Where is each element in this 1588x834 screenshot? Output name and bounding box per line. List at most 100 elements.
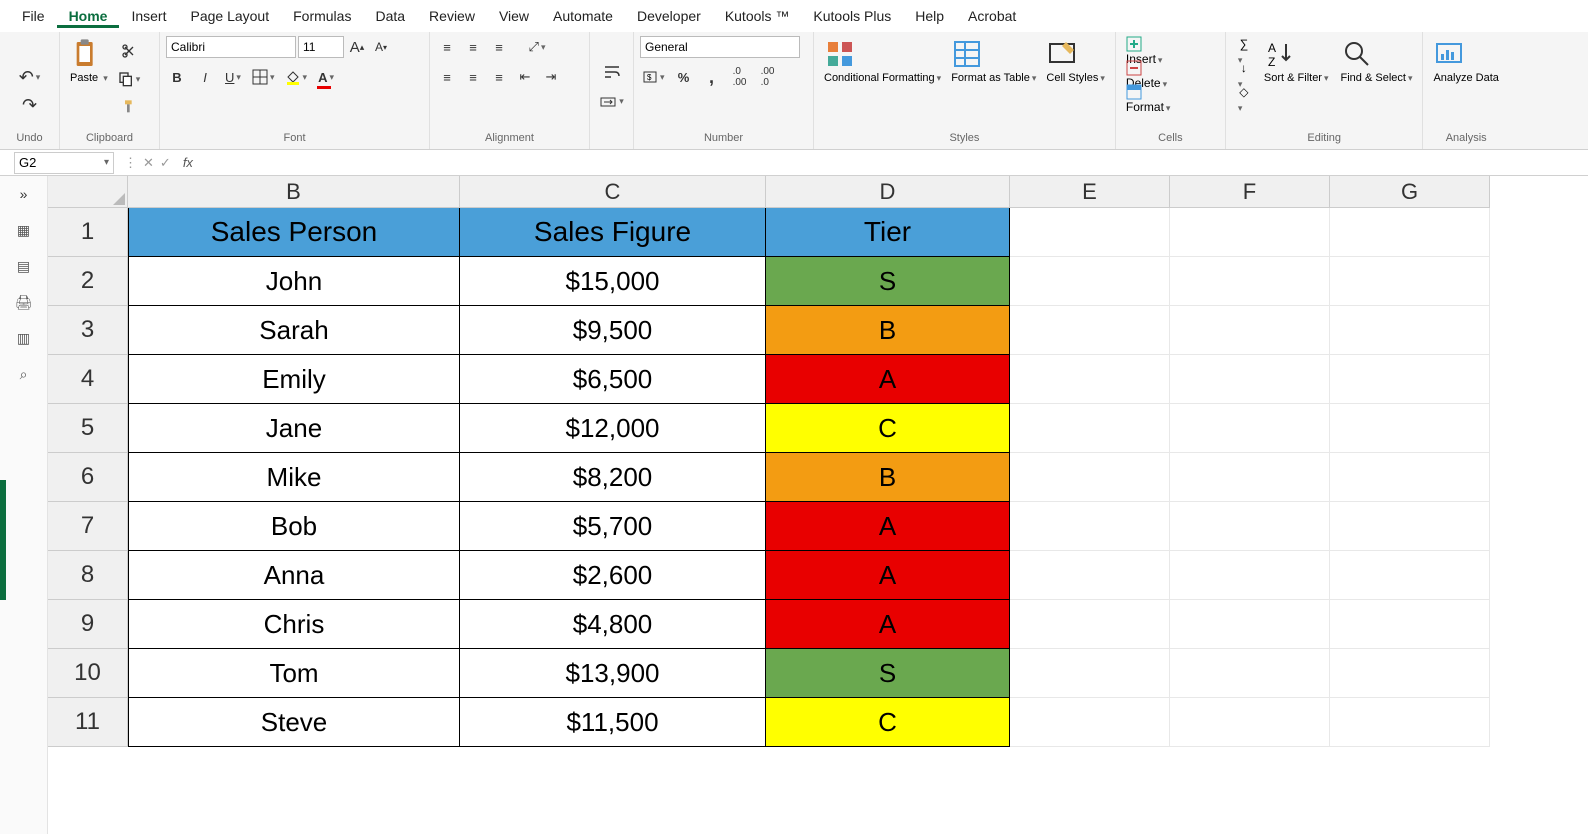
expand-panel-icon[interactable]: »	[14, 184, 34, 204]
conditional-formatting-button[interactable]: Conditional Formatting▾	[820, 36, 945, 87]
cell[interactable]	[1330, 404, 1490, 453]
cell[interactable]: Chris	[128, 600, 460, 649]
undo-button[interactable]: ↶▾	[17, 67, 43, 89]
row-header[interactable]: 3	[48, 306, 128, 355]
cell[interactable]: A	[766, 551, 1010, 600]
menu-tab-kutools-plus[interactable]: Kutools Plus	[801, 4, 903, 28]
cell[interactable]	[1330, 257, 1490, 306]
orientation-button[interactable]: ⤢▾	[526, 36, 548, 58]
cell[interactable]	[1170, 208, 1330, 257]
decrease-indent-button[interactable]: ⇤	[514, 66, 536, 88]
cell[interactable]	[1010, 208, 1170, 257]
cell[interactable]: $2,600	[460, 551, 766, 600]
cell[interactable]: Jane	[128, 404, 460, 453]
number-format-select[interactable]	[640, 36, 800, 58]
menu-tab-data[interactable]: Data	[363, 4, 417, 28]
cell[interactable]	[1010, 453, 1170, 502]
accounting-format-button[interactable]: $▾	[640, 66, 667, 88]
cell[interactable]: $13,900	[460, 649, 766, 698]
cell[interactable]: B	[766, 453, 1010, 502]
increase-font-button[interactable]: A▴	[346, 36, 368, 58]
cell[interactable]: $5,700	[460, 502, 766, 551]
column-header[interactable]: E	[1010, 176, 1170, 208]
clear-button[interactable]: ◇▾	[1232, 84, 1256, 106]
cell[interactable]: A	[766, 600, 1010, 649]
cell[interactable]: C	[766, 404, 1010, 453]
fill-color-button[interactable]: ▾	[283, 66, 310, 88]
decrease-decimal-button[interactable]: .00.0	[757, 66, 779, 88]
underline-button[interactable]: U▾	[222, 66, 244, 88]
name-box[interactable]: G2▾	[14, 152, 114, 174]
side-print-icon[interactable]: 🖨	[14, 292, 34, 312]
formula-options-icon[interactable]: ⋮	[124, 155, 137, 171]
cell[interactable]	[1010, 355, 1170, 404]
cell[interactable]	[1010, 551, 1170, 600]
row-header[interactable]: 5	[48, 404, 128, 453]
cell[interactable]: $4,800	[460, 600, 766, 649]
percent-button[interactable]: %	[673, 66, 695, 88]
borders-button[interactable]: ▾	[250, 66, 277, 88]
fill-button[interactable]: ↓▾	[1232, 60, 1256, 82]
sort-filter-button[interactable]: AZ Sort & Filter▾	[1260, 36, 1333, 87]
cut-button[interactable]	[118, 40, 140, 62]
cell[interactable]: $6,500	[460, 355, 766, 404]
menu-tab-developer[interactable]: Developer	[625, 4, 713, 28]
cell[interactable]	[1330, 551, 1490, 600]
increase-indent-button[interactable]: ⇥	[540, 66, 562, 88]
menu-tab-kutools-[interactable]: Kutools ™	[713, 4, 802, 28]
menu-tab-formulas[interactable]: Formulas	[281, 4, 363, 28]
font-color-button[interactable]: A▾	[315, 66, 337, 88]
row-header[interactable]: 6	[48, 453, 128, 502]
cell[interactable]: A	[766, 502, 1010, 551]
menu-tab-insert[interactable]: Insert	[119, 4, 178, 28]
cell[interactable]: John	[128, 257, 460, 306]
cell[interactable]	[1330, 208, 1490, 257]
cell[interactable]: A	[766, 355, 1010, 404]
cell[interactable]: B	[766, 306, 1010, 355]
menu-tab-view[interactable]: View	[487, 4, 541, 28]
column-header[interactable]: D	[766, 176, 1010, 208]
cell[interactable]: $8,200	[460, 453, 766, 502]
cell[interactable]: Steve	[128, 698, 460, 747]
cell[interactable]: Sales Figure	[460, 208, 766, 257]
row-header[interactable]: 4	[48, 355, 128, 404]
align-right-button[interactable]: ≡	[488, 66, 510, 88]
cell[interactable]	[1010, 404, 1170, 453]
cell[interactable]	[1170, 698, 1330, 747]
cell[interactable]: $15,000	[460, 257, 766, 306]
cell[interactable]	[1170, 404, 1330, 453]
fx-icon[interactable]: fx	[177, 155, 199, 170]
increase-decimal-button[interactable]: .0.00	[729, 66, 751, 88]
row-header[interactable]: 7	[48, 502, 128, 551]
cell[interactable]	[1170, 355, 1330, 404]
cell[interactable]	[1330, 502, 1490, 551]
row-header[interactable]: 8	[48, 551, 128, 600]
cell[interactable]	[1170, 306, 1330, 355]
cell[interactable]	[1330, 698, 1490, 747]
row-header[interactable]: 9	[48, 600, 128, 649]
cell[interactable]: Tier	[766, 208, 1010, 257]
merge-button[interactable]: ▾	[597, 91, 626, 113]
italic-button[interactable]: I	[194, 66, 216, 88]
row-header[interactable]: 11	[48, 698, 128, 747]
column-header[interactable]: G	[1330, 176, 1490, 208]
autosum-button[interactable]: ∑▾	[1232, 36, 1256, 58]
enter-formula-icon[interactable]: ✓	[160, 155, 171, 171]
align-top-button[interactable]: ≡	[436, 36, 458, 58]
cell[interactable]: S	[766, 257, 1010, 306]
row-header[interactable]: 1	[48, 208, 128, 257]
cell[interactable]: $11,500	[460, 698, 766, 747]
select-all-corner[interactable]	[48, 176, 128, 208]
font-name-select[interactable]	[166, 36, 296, 58]
wrap-text-button[interactable]	[601, 61, 623, 83]
row-header[interactable]: 2	[48, 257, 128, 306]
side-sheet-icon[interactable]: ▦	[14, 220, 34, 240]
row-header[interactable]: 10	[48, 649, 128, 698]
find-select-button[interactable]: Find & Select▾	[1337, 36, 1417, 87]
cell[interactable]: $12,000	[460, 404, 766, 453]
font-size-select[interactable]	[298, 36, 344, 58]
align-middle-button[interactable]: ≡	[462, 36, 484, 58]
comma-button[interactable]: ,	[701, 66, 723, 88]
cell-styles-button[interactable]: Cell Styles▾	[1042, 36, 1109, 87]
paste-button[interactable]: Paste ▾	[66, 36, 112, 87]
